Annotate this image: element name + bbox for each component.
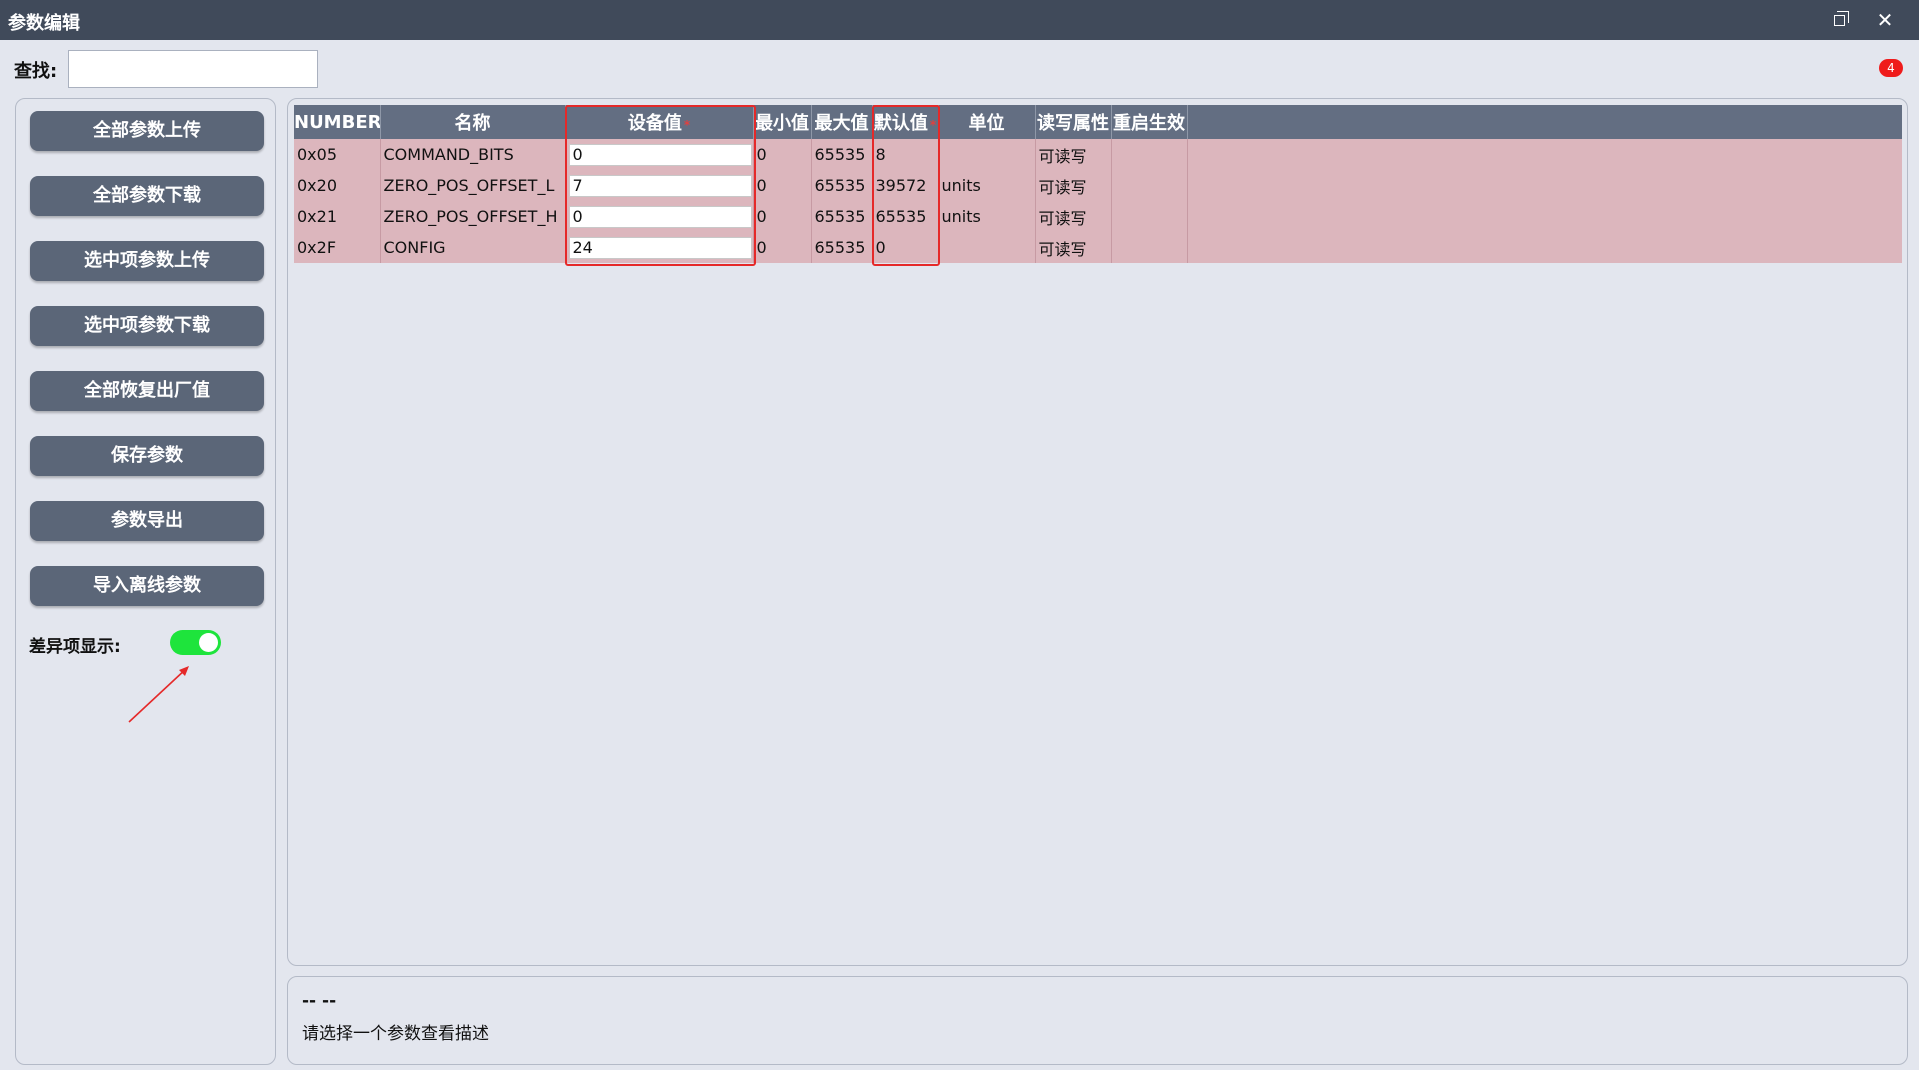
cell-name: ZERO_POS_OFFSET_H bbox=[380, 201, 566, 232]
cell-rw: 可读写 bbox=[1035, 232, 1112, 263]
cell-restart bbox=[1111, 201, 1188, 232]
cell-min: 0 bbox=[753, 201, 812, 232]
table-row[interactable]: 0x2F CONFIG 0 65535 0 可读写 bbox=[294, 232, 1902, 263]
col-filler bbox=[1187, 105, 1902, 139]
sidebar: 全部参数上传 全部参数下载 选中项参数上传 选中项参数下载 全部恢复出厂值 保存… bbox=[15, 98, 276, 1065]
table-row[interactable]: 0x05 COMMAND_BITS 0 65535 8 可读写 bbox=[294, 139, 1902, 170]
param-table: NUMBER 名称 设备值 * 最小值 最大值 默认值 * 单位 读写属性 重启生效… bbox=[294, 105, 1902, 263]
notification-badge: 4 bbox=[1879, 59, 1903, 77]
cell-max: 65535 bbox=[811, 232, 873, 263]
cell-filler bbox=[1187, 201, 1902, 232]
required-marker: * bbox=[929, 118, 937, 132]
col-rw[interactable]: 读写属性 bbox=[1035, 105, 1112, 139]
cell-unit: units bbox=[938, 170, 1036, 201]
table-header: NUMBER 名称 设备值 * 最小值 最大值 默认值 * 单位 读写属性 重启生效 bbox=[294, 105, 1902, 139]
col-unit[interactable]: 单位 bbox=[938, 105, 1036, 139]
cell-min: 0 bbox=[753, 139, 812, 170]
cell-default: 65535 bbox=[872, 201, 939, 232]
cell-default: 8 bbox=[872, 139, 939, 170]
upload-selected-button[interactable]: 选中项参数上传 bbox=[30, 241, 264, 281]
cell-default: 39572 bbox=[872, 170, 939, 201]
device-value-input[interactable] bbox=[568, 236, 752, 259]
col-name[interactable]: 名称 bbox=[380, 105, 566, 139]
cell-filler bbox=[1187, 170, 1902, 201]
table-row[interactable]: 0x21 ZERO_POS_OFFSET_H 0 65535 65535 uni… bbox=[294, 201, 1902, 232]
diff-display-toggle[interactable] bbox=[170, 630, 221, 655]
cell-filler bbox=[1187, 232, 1902, 263]
col-min[interactable]: 最小值 bbox=[753, 105, 812, 139]
close-button[interactable]: ✕ bbox=[1871, 6, 1899, 34]
cell-device-value bbox=[565, 170, 754, 201]
cell-unit bbox=[938, 139, 1036, 170]
description-panel: -- -- 请选择一个参数查看描述 bbox=[287, 976, 1908, 1065]
restore-factory-button[interactable]: 全部恢复出厂值 bbox=[30, 371, 264, 411]
search-label: 查找: bbox=[14, 61, 58, 82]
cell-max: 65535 bbox=[811, 139, 873, 170]
toggle-knob bbox=[199, 633, 218, 652]
save-params-button[interactable]: 保存参数 bbox=[30, 436, 264, 476]
cell-name: CONFIG bbox=[380, 232, 566, 263]
import-offline-button[interactable]: 导入离线参数 bbox=[30, 566, 264, 606]
cell-min: 0 bbox=[753, 170, 812, 201]
cell-number: 0x21 bbox=[294, 201, 381, 232]
col-number[interactable]: NUMBER bbox=[294, 105, 381, 139]
cell-device-value bbox=[565, 232, 754, 263]
cell-min: 0 bbox=[753, 232, 812, 263]
device-value-input[interactable] bbox=[568, 143, 752, 166]
export-params-button[interactable]: 参数导出 bbox=[30, 501, 264, 541]
device-value-input[interactable] bbox=[568, 174, 752, 197]
download-selected-button[interactable]: 选中项参数下载 bbox=[30, 306, 264, 346]
cell-rw: 可读写 bbox=[1035, 170, 1112, 201]
cell-default: 0 bbox=[872, 232, 939, 263]
cell-device-value bbox=[565, 139, 754, 170]
cell-max: 65535 bbox=[811, 201, 873, 232]
cell-number: 0x20 bbox=[294, 170, 381, 201]
table-row[interactable]: 0x20 ZERO_POS_OFFSET_L 0 65535 39572 uni… bbox=[294, 170, 1902, 201]
close-icon: ✕ bbox=[1876, 8, 1894, 32]
col-device-value-label: 设备值 bbox=[627, 113, 682, 134]
cell-rw: 可读写 bbox=[1035, 201, 1112, 232]
cell-rw: 可读写 bbox=[1035, 139, 1112, 170]
col-device-value[interactable]: 设备值 * bbox=[565, 105, 754, 139]
upload-all-button[interactable]: 全部参数上传 bbox=[30, 111, 264, 151]
window-title: 参数编辑 bbox=[8, 13, 80, 34]
col-default-label: 默认值 bbox=[873, 113, 928, 134]
col-max[interactable]: 最大值 bbox=[811, 105, 873, 139]
title-bar: 参数编辑 ✕ bbox=[0, 0, 1919, 40]
description-text: 请选择一个参数查看描述 bbox=[302, 1024, 489, 1044]
description-title: -- -- bbox=[302, 991, 337, 1011]
required-marker: * bbox=[683, 118, 691, 132]
cell-filler bbox=[1187, 139, 1902, 170]
restore-icon bbox=[1834, 11, 1849, 26]
cell-restart bbox=[1111, 232, 1188, 263]
param-table-panel: NUMBER 名称 设备值 * 最小值 最大值 默认值 * 单位 读写属性 重启生效… bbox=[287, 98, 1908, 966]
restore-button[interactable] bbox=[1826, 6, 1854, 34]
col-default[interactable]: 默认值 * bbox=[872, 105, 939, 139]
cell-number: 0x05 bbox=[294, 139, 381, 170]
cell-restart bbox=[1111, 170, 1188, 201]
cell-restart bbox=[1111, 139, 1188, 170]
download-all-button[interactable]: 全部参数下载 bbox=[30, 176, 264, 216]
device-value-input[interactable] bbox=[568, 205, 752, 228]
cell-number: 0x2F bbox=[294, 232, 381, 263]
cell-max: 65535 bbox=[811, 170, 873, 201]
diff-display-label: 差异项显示: bbox=[29, 637, 121, 657]
cell-device-value bbox=[565, 201, 754, 232]
col-restart[interactable]: 重启生效 bbox=[1111, 105, 1188, 139]
cell-name: COMMAND_BITS bbox=[380, 139, 566, 170]
search-input[interactable] bbox=[68, 50, 318, 88]
cell-name: ZERO_POS_OFFSET_L bbox=[380, 170, 566, 201]
annotation-arrow bbox=[128, 666, 189, 723]
cell-unit bbox=[938, 232, 1036, 263]
cell-unit: units bbox=[938, 201, 1036, 232]
